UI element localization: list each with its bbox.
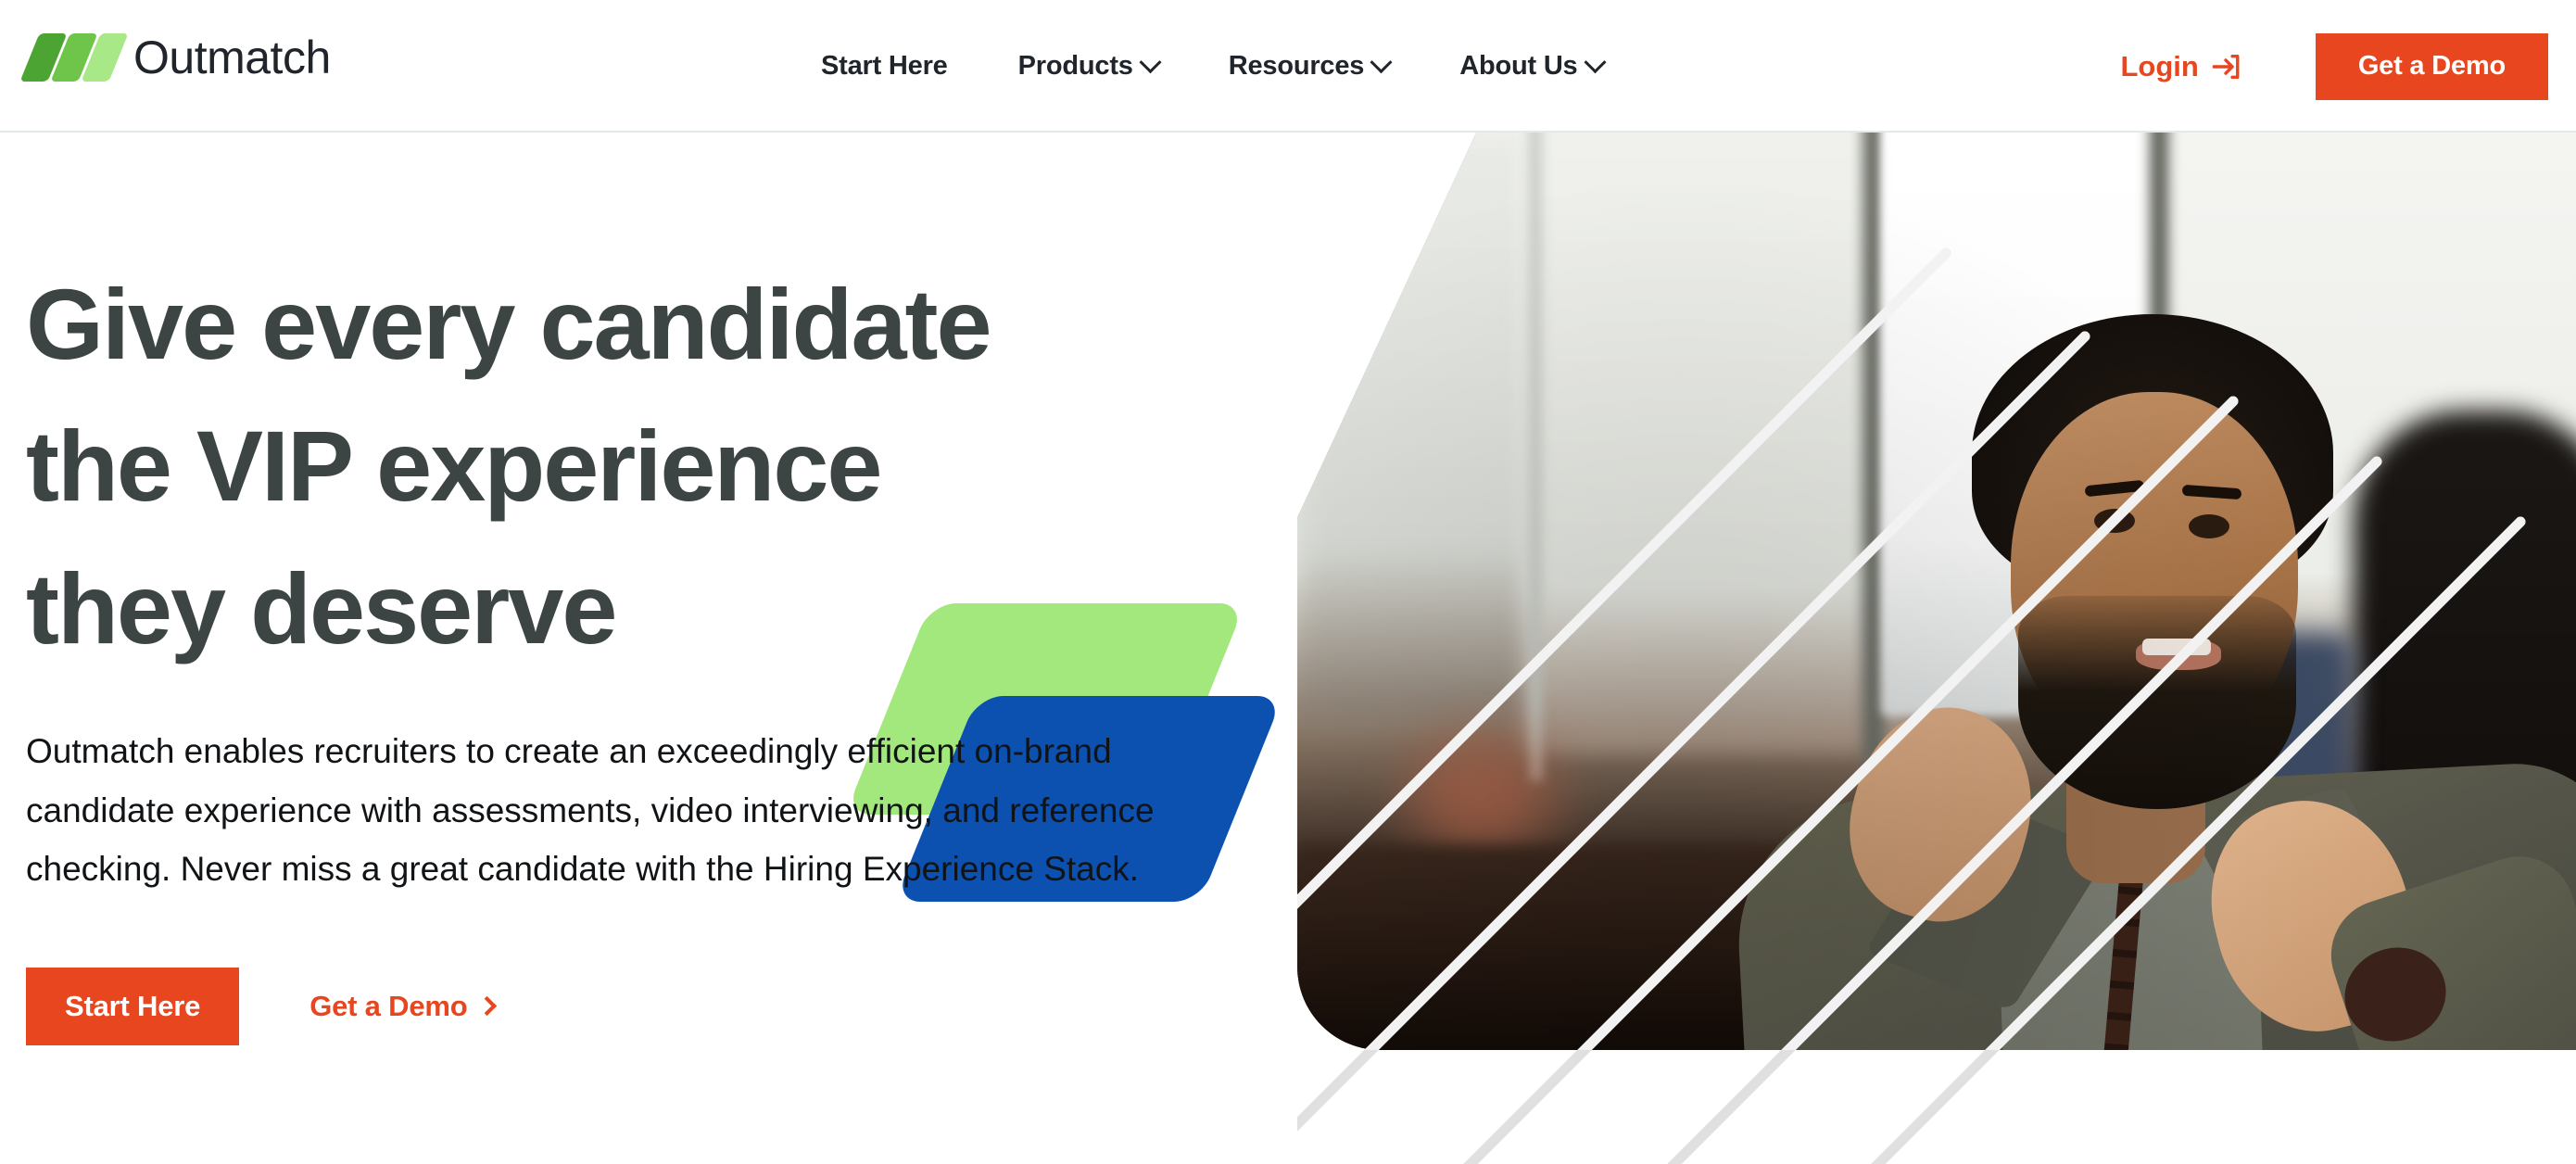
get-a-demo-link[interactable]: Get a Demo xyxy=(309,989,498,1023)
photo-bottom-mask xyxy=(1297,1050,2576,1164)
hero-text-column: Give every candidate the VIP experience … xyxy=(0,133,1297,1045)
hero-paragraph: Outmatch enables recruiters to create an… xyxy=(26,732,1155,889)
chevron-down-icon xyxy=(1139,51,1162,74)
login-arrow-icon xyxy=(2212,54,2240,79)
chevron-down-icon xyxy=(1370,51,1393,74)
login-link[interactable]: Login xyxy=(2120,51,2241,82)
get-a-demo-button[interactable]: Get a Demo xyxy=(2315,32,2548,100)
get-a-demo-link-label: Get a Demo xyxy=(309,989,468,1022)
chevron-right-icon xyxy=(477,996,498,1017)
nav-label: Resources xyxy=(1228,51,1365,81)
hero-photo xyxy=(1297,133,2576,1050)
brand-name: Outmatch xyxy=(133,32,331,83)
hero-media xyxy=(844,133,2576,1050)
hero-landing-page: Outmatch Start Here Products Resources A… xyxy=(0,0,2576,1164)
hero-cta-row: Start Here Get a Demo xyxy=(26,967,1297,1045)
nav-item-start-here[interactable]: Start Here xyxy=(786,53,983,80)
nav-label: About Us xyxy=(1459,51,1578,81)
header-actions: Login Get a Demo xyxy=(2120,0,2576,133)
nav-item-resources[interactable]: Resources xyxy=(1193,51,1425,81)
nav-item-about-us[interactable]: About Us xyxy=(1424,51,1637,81)
start-here-button[interactable]: Start Here xyxy=(26,967,240,1045)
headline-line-1: Give every candidate xyxy=(26,268,992,380)
outmatch-chevrons-logo-icon xyxy=(19,33,129,82)
chevron-down-icon xyxy=(1583,51,1607,74)
main-navigation: Start Here Products Resources About Us xyxy=(786,0,1638,133)
nav-item-products[interactable]: Products xyxy=(983,51,1193,81)
headline-line-2: the VIP experience xyxy=(26,410,882,523)
brand-logo[interactable]: Outmatch xyxy=(19,32,331,83)
page-title: Give every candidate the VIP experience … xyxy=(26,253,1231,679)
nav-label: Products xyxy=(1017,51,1133,81)
site-header: Outmatch Start Here Products Resources A… xyxy=(0,0,2576,133)
photo-vignette xyxy=(1297,133,2576,1050)
headline-line-3: they deserve xyxy=(26,551,617,664)
nav-label: Start Here xyxy=(821,51,948,81)
login-label: Login xyxy=(2120,50,2199,82)
